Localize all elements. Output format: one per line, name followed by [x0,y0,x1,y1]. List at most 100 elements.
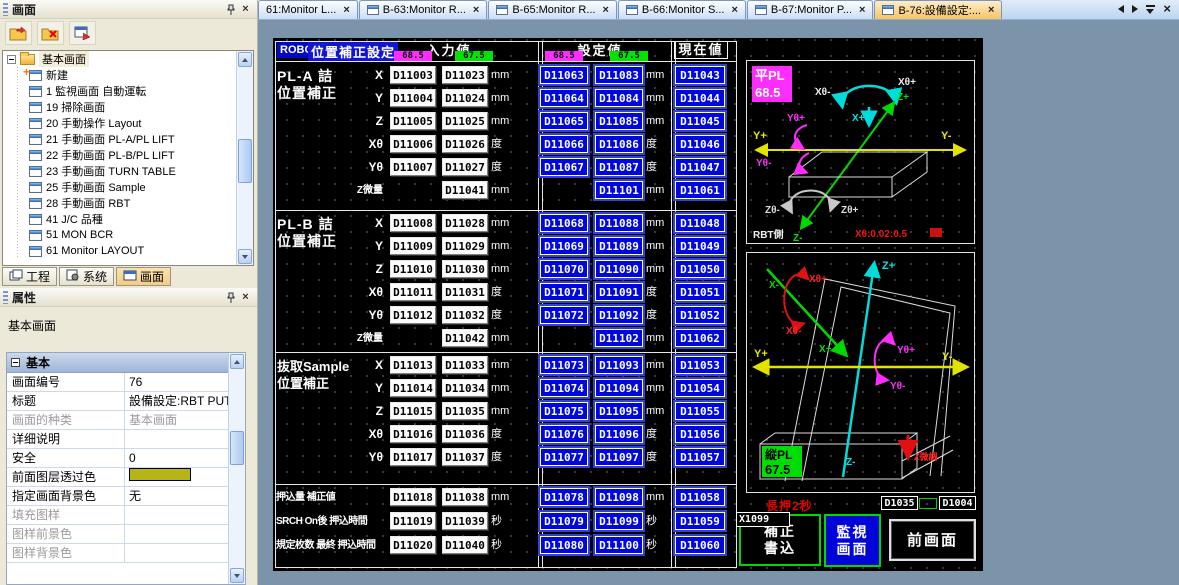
set-register[interactable]: D11063 [540,66,588,84]
close-screen-button[interactable] [37,21,64,45]
tree-item[interactable]: 22 手動画面 PL-B/PL LIFT [3,147,253,163]
editor-tab[interactable]: 61:Monitor L...× [258,0,358,19]
register-lamp[interactable]: D1035 [881,496,918,510]
open-screen-button[interactable] [5,21,32,45]
current-register[interactable]: D11048 [675,214,725,232]
set-register[interactable]: D11095 [595,402,643,420]
input-register[interactable]: D11008 [390,214,436,232]
input-register[interactable]: D11010 [390,260,436,278]
current-register[interactable]: D11053 [675,356,725,374]
input-register[interactable]: D11028 [442,214,488,232]
input-register[interactable]: D11019 [390,512,436,530]
input-register[interactable]: D11016 [390,425,436,443]
input-register[interactable]: D11030 [442,260,488,278]
scroll-thumb[interactable] [238,139,252,183]
input-register[interactable]: D11034 [442,379,488,397]
current-register[interactable]: D11055 [675,402,725,420]
set-register[interactable]: D11066 [540,135,588,153]
set-register[interactable]: D11099 [595,512,643,530]
property-value[interactable]: 設備設定:RBT PUT [125,392,245,410]
input-register[interactable]: D11025 [442,112,488,130]
input-register[interactable]: D11015 [390,402,436,420]
input-register[interactable]: D11005 [390,112,436,130]
flat-pallet-axis-graphic[interactable]: 平PL 68.5 Xθ- Xθ+ X+ Z+ Z- Y+ Y- Yθ+ Yθ- [745,59,976,245]
input-register[interactable]: D11007 [390,158,436,176]
input-register[interactable]: D11011 [390,283,436,301]
panel-tab-画面[interactable]: 画面 [116,267,171,286]
set-register[interactable]: D11094 [595,379,643,397]
close-icon[interactable]: × [238,290,253,304]
input-register[interactable]: D11026 [442,135,488,153]
current-register[interactable]: D11062 [675,329,725,347]
current-register[interactable]: D11060 [675,536,725,554]
set-register[interactable]: D11086 [595,135,643,153]
set-register[interactable]: D11068 [540,214,588,232]
set-register[interactable]: D11076 [540,425,588,443]
editor-tab[interactable]: B-66:Monitor S...× [618,0,746,19]
set-register[interactable]: D11074 [540,379,588,397]
current-register[interactable]: D11061 [675,181,725,199]
input-register[interactable]: D11020 [390,536,436,554]
input-register[interactable]: D11017 [390,448,436,466]
hmi-screen[interactable]: ROBOT 位置補正設定 入力値 68.5 67.5 設定値 68.5 67.5… [273,38,983,571]
property-value[interactable]: 0 [125,449,245,467]
set-register[interactable]: D11097 [595,448,643,466]
pin-icon[interactable] [223,290,238,304]
properties-scrollbar[interactable] [228,353,245,584]
set-register[interactable]: D11069 [540,237,588,255]
property-value[interactable]: 基本画面 [125,411,245,429]
editor-tab[interactable]: B-65:Monitor R...× [488,0,617,19]
input-register[interactable]: D11031 [442,283,488,301]
tab-close-icon[interactable]: × [988,4,994,16]
property-value[interactable]: 无 [125,487,245,505]
input-register[interactable]: D11033 [442,356,488,374]
tree-item[interactable]: 23 手動画面 TURN TABLE [3,163,253,179]
current-register[interactable]: D11046 [675,135,725,153]
set-register[interactable]: D11085 [595,112,643,130]
input-register[interactable]: D11037 [442,448,488,466]
design-canvas[interactable]: ROBOT 位置補正設定 入力値 68.5 67.5 設定値 68.5 67.5… [258,20,1179,585]
set-register[interactable]: D11102 [595,329,643,347]
panel-grip[interactable] [3,3,8,16]
set-register[interactable]: D11087 [595,158,643,176]
tree-scrollbar[interactable] [236,51,253,265]
set-register[interactable]: D11092 [595,306,643,324]
input-register[interactable]: D11029 [442,237,488,255]
screen-title[interactable]: 位置補正設定 [308,41,398,62]
current-register[interactable]: D11045 [675,112,725,130]
input-register[interactable]: D11038 [442,488,488,506]
set-register[interactable]: D11065 [540,112,588,130]
previous-screen-button[interactable]: 前画面 [889,519,976,561]
editor-tab[interactable]: B-63:Monitor R...× [359,0,488,19]
input-register[interactable]: D11032 [442,306,488,324]
screen-image-button[interactable] [69,21,96,45]
tree-root[interactable]: 基本画面 [3,51,253,67]
tab-close-icon[interactable]: × [731,4,737,16]
input-register[interactable]: D11014 [390,379,436,397]
input-register[interactable]: D11004 [390,89,436,107]
set-register[interactable]: D11079 [540,512,588,530]
current-register[interactable]: D11044 [675,89,725,107]
current-register[interactable]: D11049 [675,237,725,255]
current-register[interactable]: D11043 [675,66,725,84]
register-lamp[interactable]: D1004 [939,496,976,510]
input-register[interactable]: D11018 [390,488,436,506]
input-register[interactable]: D11039 [442,512,488,530]
set-register[interactable]: D11080 [540,536,588,554]
input-register[interactable]: D11035 [442,402,488,420]
input-register[interactable]: D11036 [442,425,488,443]
current-register[interactable]: D11059 [675,512,725,530]
panel-grip[interactable] [3,291,8,304]
property-value[interactable] [125,468,245,486]
monitor-screen-button[interactable]: 監視 画面 [824,514,881,567]
tree-item[interactable]: 21 手動画面 PL-A/PL LIFT [3,131,253,147]
input-register[interactable]: D11042 [442,329,488,347]
tab-close-icon[interactable]: × [473,4,479,16]
input-register[interactable]: D11024 [442,89,488,107]
set-register[interactable]: D11098 [595,488,643,506]
close-icon[interactable]: × [238,2,253,16]
collapse-icon[interactable] [11,358,20,367]
current-register[interactable]: D11051 [675,283,725,301]
scroll-up-icon[interactable] [230,354,244,369]
input-register[interactable]: D11003 [390,66,436,84]
